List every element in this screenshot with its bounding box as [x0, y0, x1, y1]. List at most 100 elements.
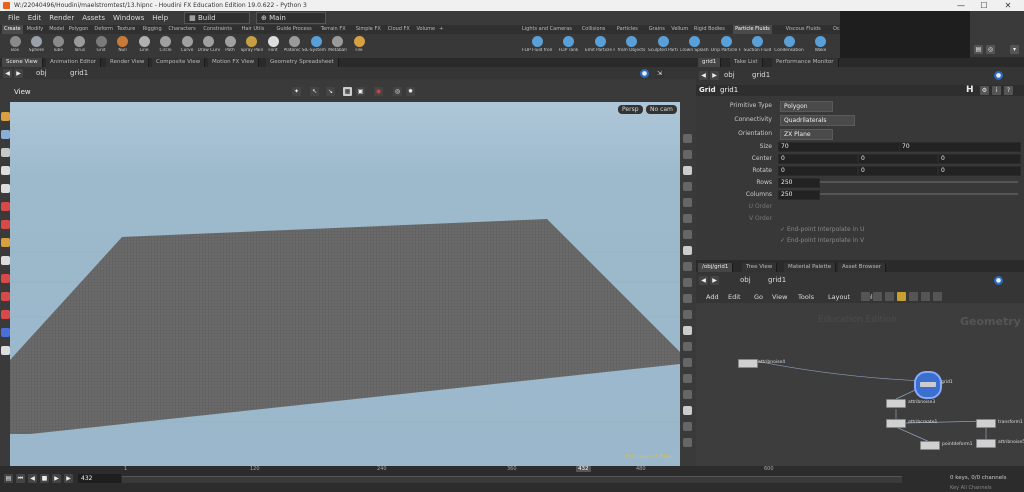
tool-tube[interactable]: Tube [47, 35, 69, 57]
move-icon[interactable] [0, 274, 10, 283]
network-path-node[interactable]: grid1 [768, 276, 786, 284]
display-option-icon[interactable] [683, 278, 692, 287]
orientation-dropdown[interactable]: ZX Plane [780, 129, 833, 140]
key-all-channels[interactable]: Key All Channels [950, 485, 992, 491]
menu-edit[interactable]: Edit [24, 11, 46, 25]
center-y-field[interactable]: 0 [858, 154, 938, 164]
node-grid1[interactable] [914, 371, 942, 399]
tool-curve[interactable]: Curve [176, 35, 198, 57]
frame-field[interactable]: 432 [78, 474, 121, 483]
note-icon[interactable] [921, 292, 930, 301]
tool-condensation[interactable]: Condensation [774, 35, 804, 57]
gear-icon[interactable]: ⚙ [980, 86, 989, 95]
rotate-icon[interactable] [0, 148, 10, 157]
tool-l-system[interactable]: L-System [305, 35, 327, 57]
params-path-node[interactable]: grid1 [752, 71, 770, 79]
shelf-tab-collisions[interactable]: Collisions [580, 25, 608, 34]
lights-icon[interactable]: ✹ [406, 87, 415, 96]
shelf-tab-rigid-bodies[interactable]: Rigid Bodies [692, 25, 727, 34]
pane-tab-take-list[interactable]: Take List [730, 58, 763, 67]
stop-icon[interactable]: ■ [40, 474, 49, 483]
component-icon[interactable] [0, 328, 10, 337]
handle-icon[interactable] [0, 184, 10, 193]
tool-from-objects[interactable]: from Objects [617, 35, 647, 57]
tool-null[interactable]: Null [112, 35, 134, 57]
rotate-y-field[interactable]: 0 [858, 166, 938, 176]
primitive-type-dropdown[interactable]: Polygon [780, 101, 833, 112]
tool-spray-paint[interactable]: Spray Paint [241, 35, 263, 57]
shelf-tab-simple-fx[interactable]: Simple FX [354, 25, 383, 34]
view-icon[interactable] [0, 130, 10, 139]
scene-viewport[interactable]: Persp No cam Education Edition [10, 102, 680, 466]
display-option-icon[interactable] [683, 358, 692, 367]
tool-sphere[interactable]: Sphere [26, 35, 48, 57]
shelf-tab-model[interactable]: Model [47, 25, 66, 34]
shelf-tab-modify[interactable]: Modify [25, 25, 46, 34]
shelf-tab-vellum[interactable]: Vellum [669, 25, 690, 34]
display-option-icon[interactable] [683, 438, 692, 447]
rows-slider[interactable] [820, 181, 1018, 183]
pane-tab-material-palette[interactable]: Material Palette [784, 263, 837, 272]
back-icon[interactable]: ◀ [699, 71, 708, 80]
tool-sculpted-particle-fluid[interactable]: Sculpted Particle Fluid [648, 35, 678, 57]
snap-icon[interactable] [0, 292, 10, 301]
menu-windows[interactable]: Windows [109, 11, 148, 25]
params-path-network[interactable]: obj [724, 71, 735, 79]
tool-emit-particle-fluid[interactable]: Emit Particle Fluid [585, 35, 615, 57]
next-frame-icon[interactable]: ▶ [64, 474, 73, 483]
snap-icon[interactable]: ↘ [326, 87, 335, 96]
tool-box[interactable]: Box [4, 35, 26, 57]
minimize-button[interactable]: — [950, 0, 972, 11]
columns-field[interactable]: 250 [778, 190, 820, 200]
path-network[interactable]: obj [36, 69, 47, 77]
node-transform1[interactable] [976, 419, 996, 428]
pane-tab-motion-fx-view[interactable]: Motion FX View [208, 58, 260, 67]
tool-grid[interactable]: Grid [90, 35, 112, 57]
image-icon[interactable] [909, 292, 918, 301]
transform-icon[interactable] [0, 220, 10, 229]
tool-torus[interactable]: Torus [69, 35, 91, 57]
connectivity-dropdown[interactable]: Quadrilaterals [780, 115, 855, 126]
display-option-icon[interactable] [683, 262, 692, 271]
current-frame-marker[interactable]: 432 [576, 466, 591, 472]
center-z-field[interactable]: 0 [938, 154, 1021, 164]
tool-drip-particle-fluid[interactable]: Drip Particle Fluid [711, 35, 741, 57]
pane-tab-scene-view[interactable]: Scene View [2, 58, 43, 67]
record-icon[interactable]: ◉ [374, 87, 383, 96]
shelf-tab-constraints[interactable]: Constraints [201, 25, 234, 34]
pane-tab-render-view[interactable]: Render View [106, 58, 150, 67]
shelf-tab-rigging[interactable]: Rigging [141, 25, 164, 34]
network-menu-go[interactable]: Go [754, 293, 763, 301]
tool-font[interactable]: Font [262, 35, 284, 57]
close-button[interactable]: ✕ [997, 0, 1019, 11]
node-pointdeform1[interactable] [920, 441, 940, 450]
display-icon[interactable]: ✦ [292, 87, 301, 96]
size-x-field[interactable]: 70 [778, 142, 900, 152]
brush-icon[interactable] [0, 238, 10, 247]
node-attribcreate1[interactable] [886, 419, 906, 428]
columns-slider[interactable] [820, 193, 1018, 195]
context-dropdown[interactable]: ⊕ Main [256, 12, 327, 24]
timeline-menu-icon[interactable]: ▤ [4, 474, 13, 483]
back-icon[interactable]: ◀ [699, 276, 708, 285]
forward-icon[interactable]: ▶ [710, 276, 719, 285]
pane-tab-tree-view[interactable]: Tree View [742, 263, 778, 272]
pane-tab-geometry-spreadsheet[interactable]: Geometry Spreadsheet [266, 58, 339, 67]
shelf-tab-viscous-fluids[interactable]: Viscous Fluids [784, 25, 823, 34]
pane-tab-performance-monitor[interactable]: Performance Monitor [772, 58, 839, 67]
box-icon[interactable] [933, 292, 942, 301]
persp-menu[interactable]: Persp [618, 105, 643, 114]
play-icon[interactable]: ▶ [52, 474, 61, 483]
tool-metaball[interactable]: Metaball [327, 35, 349, 57]
center-x-field[interactable]: 0 [778, 154, 858, 164]
display-option-icon[interactable] [683, 134, 692, 143]
interp-v-checkbox[interactable]: ✓ End-point Interpolate in V [780, 237, 864, 244]
shelf-tab-terrain-fx[interactable]: Terrain FX [319, 25, 348, 34]
shelf-tab-particles[interactable]: Particles [615, 25, 640, 34]
display-option-icon[interactable] [683, 342, 692, 351]
node-attribnoise3[interactable] [886, 399, 906, 408]
pin-icon[interactable]: ● [640, 69, 649, 78]
display-option-icon[interactable] [683, 230, 692, 239]
shelf-tab-create[interactable]: Create [2, 25, 23, 34]
tool-file[interactable]: File [348, 35, 370, 57]
